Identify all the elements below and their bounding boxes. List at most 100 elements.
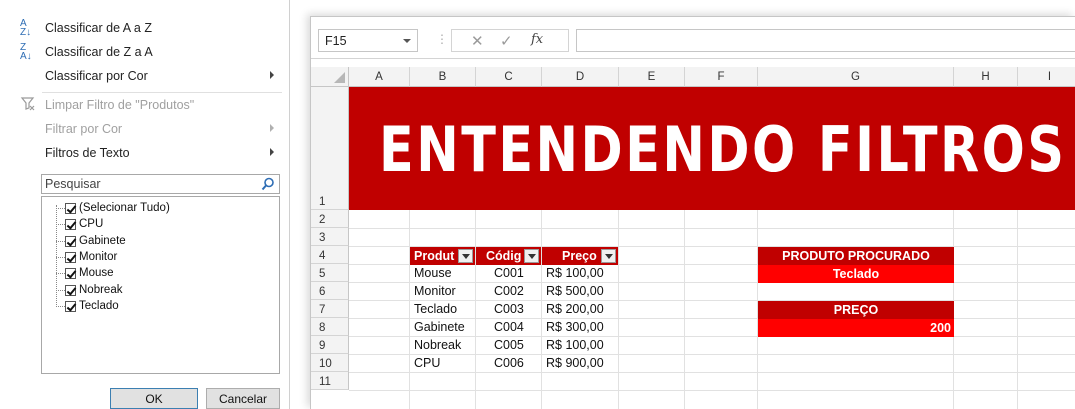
clear-filter-icon (20, 96, 36, 114)
table-cell[interactable]: R$ 200,00 (546, 300, 618, 318)
search-input[interactable] (45, 176, 255, 192)
table-cell[interactable]: R$ 300,00 (546, 318, 618, 336)
row-header-8[interactable]: 8 (311, 318, 349, 336)
row-header-9[interactable]: 9 (311, 336, 349, 354)
row-header-4[interactable]: 4 (311, 246, 349, 264)
table-cell[interactable]: Gabinete (414, 318, 474, 336)
sort-a-to-z-item[interactable]: A Z↓ Classificar de A a Z (0, 16, 290, 40)
col-header-h[interactable]: H (954, 67, 1018, 87)
filter-dropdown-icon[interactable] (524, 249, 539, 263)
checkbox-label: CPU (79, 218, 104, 230)
tree-branch (56, 256, 65, 258)
filter-values-list: (Selecionar Tudo) CPU Gabinete Monitor M… (41, 196, 280, 374)
checkbox[interactable] (65, 251, 76, 263)
insert-function-icon[interactable]: fx (531, 32, 543, 47)
table-cell[interactable]: C004 (494, 318, 540, 336)
title-banner[interactable]: ENTENDENDO FILTROS (349, 87, 1075, 210)
row-header-1[interactable]: 1 (311, 87, 349, 210)
preco-value[interactable]: 200 (758, 319, 954, 337)
table-header-preco[interactable]: Preço (542, 247, 618, 265)
checkbox[interactable] (65, 267, 76, 279)
table-cell[interactable]: Teclado (414, 300, 474, 318)
formula-bar-grip: ⋮ (436, 32, 448, 46)
col-header-b[interactable]: B (410, 67, 476, 87)
checkbox[interactable] (65, 235, 76, 247)
search-field[interactable] (41, 174, 280, 194)
checkbox[interactable] (65, 218, 76, 230)
table-cell[interactable]: C006 (494, 354, 540, 372)
tree-branch (56, 240, 65, 242)
text-filters-item[interactable]: Filtros de Texto (0, 141, 290, 165)
submenu-arrow-icon (270, 148, 274, 156)
table-cell[interactable]: R$ 100,00 (546, 336, 618, 354)
table-cell[interactable]: R$ 500,00 (546, 282, 618, 300)
cancel-entry-icon[interactable]: ✕ (471, 32, 484, 50)
cancel-button[interactable]: Cancelar (206, 388, 280, 409)
row-header-3[interactable]: 3 (311, 228, 349, 246)
col-header-c[interactable]: C (476, 67, 542, 87)
checkbox[interactable] (65, 284, 76, 296)
table-cell[interactable]: C005 (494, 336, 540, 354)
produto-procurado-label[interactable]: PRODUTO PROCURADO (758, 247, 954, 265)
check-teclado[interactable]: Teclado (56, 298, 119, 314)
filter-dropdown-icon[interactable] (601, 249, 616, 263)
ok-button[interactable]: OK (110, 388, 198, 409)
chevron-down-icon[interactable] (403, 39, 411, 43)
col-header-g[interactable]: G (758, 67, 954, 87)
produto-procurado-value[interactable]: Teclado (758, 265, 954, 283)
check-select-all[interactable]: (Selecionar Tudo) (56, 200, 170, 216)
select-all-corner[interactable] (311, 67, 349, 87)
table-cell[interactable]: C003 (494, 300, 540, 318)
confirm-entry-icon[interactable]: ✓ (500, 32, 513, 50)
row-header-11[interactable]: 11 (311, 372, 349, 390)
filter-dropdown-menu: A Z↓ Classificar de A a Z Z A↓ Classificar… (0, 0, 290, 409)
sort-za-icon: Z A↓ (20, 42, 32, 62)
check-monitor[interactable]: Monitor (56, 249, 117, 265)
name-box[interactable]: F15 (318, 29, 418, 52)
checkbox[interactable] (65, 202, 76, 214)
gridline (1017, 210, 1018, 409)
checkbox[interactable] (65, 300, 76, 312)
col-header-f[interactable]: F (685, 67, 758, 87)
search-icon[interactable] (261, 177, 275, 191)
row-header-6[interactable]: 6 (311, 282, 349, 300)
gridline (349, 228, 1075, 229)
gridline (618, 210, 619, 409)
table-cell[interactable]: Monitor (414, 282, 474, 300)
excel-window: F15 ⋮ ✕ ✓ fx A B C D E F G H I 1 2 3 4 5… (310, 16, 1075, 409)
header-label: Preço (562, 249, 597, 263)
table-cell[interactable]: R$ 900,00 (546, 354, 618, 372)
filter-by-color-item[interactable]: Filtrar por Cor (0, 117, 290, 141)
check-mouse[interactable]: Mouse (56, 265, 114, 281)
tree-branch (56, 207, 65, 209)
table-header-codigo[interactable]: Códig (476, 247, 541, 265)
col-header-a[interactable]: A (349, 67, 410, 87)
table-cell[interactable]: C002 (494, 282, 540, 300)
table-cell[interactable]: C001 (494, 264, 540, 282)
row-header-2[interactable]: 2 (311, 210, 349, 228)
table-cell[interactable]: Mouse (414, 264, 474, 282)
row-header-10[interactable]: 10 (311, 354, 349, 372)
formula-input[interactable] (576, 29, 1075, 52)
menu-item-label: Classificar de Z a A (45, 45, 153, 59)
clear-filter-item[interactable]: Limpar Filtro de "Produtos" (0, 93, 290, 117)
gridline (409, 210, 410, 409)
gridline (349, 390, 1075, 391)
table-header-produto[interactable]: Produt (410, 247, 475, 265)
table-cell[interactable]: R$ 100,00 (546, 264, 618, 282)
check-gabinete[interactable]: Gabinete (56, 233, 126, 249)
row-header-7[interactable]: 7 (311, 300, 349, 318)
col-header-d[interactable]: D (542, 67, 619, 87)
check-nobreak[interactable]: Nobreak (56, 282, 122, 298)
check-cpu[interactable]: CPU (56, 216, 103, 232)
row-header-5[interactable]: 5 (311, 264, 349, 282)
tree-branch (56, 289, 65, 291)
sort-by-color-item[interactable]: Classificar por Cor (0, 64, 290, 88)
sort-z-to-a-item[interactable]: Z A↓ Classificar de Z a A (0, 40, 290, 64)
table-cell[interactable]: CPU (414, 354, 474, 372)
filter-dropdown-icon[interactable] (458, 249, 473, 263)
col-header-e[interactable]: E (619, 67, 685, 87)
col-header-i[interactable]: I (1018, 67, 1075, 87)
preco-label[interactable]: PREÇO (758, 301, 954, 319)
table-cell[interactable]: Nobreak (414, 336, 474, 354)
